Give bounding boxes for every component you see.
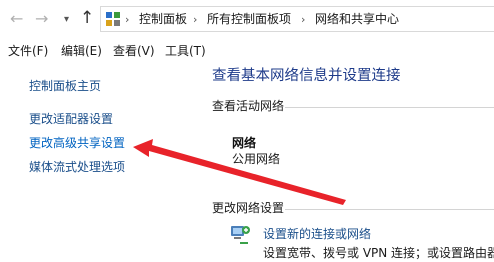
arrow-up-icon[interactable]: ↑ bbox=[80, 8, 94, 28]
breadcrumb-network-center[interactable]: 网络和共享中心 bbox=[315, 12, 399, 27]
address-bar: ← → ▾ ↑ › 控制面板 › 所有控制面板项 › 网络和共享中心 bbox=[0, 0, 494, 38]
link-control-panel-home[interactable]: 控制面板主页 bbox=[29, 79, 101, 94]
breadcrumb-control-panel[interactable]: 控制面板 bbox=[139, 12, 187, 27]
link-change-advanced-sharing[interactable]: 更改高级共享设置 bbox=[29, 136, 125, 151]
breadcrumb-separator: › bbox=[301, 13, 306, 26]
link-media-streaming-options[interactable]: 媒体流式处理选项 bbox=[29, 160, 125, 175]
chevron-down-icon[interactable]: ▾ bbox=[64, 10, 69, 30]
menu-tools[interactable]: 工具(T) bbox=[165, 44, 206, 59]
arrow-left-icon[interactable]: ← bbox=[10, 9, 23, 29]
network-type: 公用网络 bbox=[232, 152, 281, 166]
menu-file[interactable]: 文件(F) bbox=[8, 44, 48, 59]
network-name: 网络 bbox=[232, 136, 257, 150]
section-divider bbox=[285, 107, 494, 108]
menu-edit[interactable]: 编辑(E) bbox=[61, 44, 102, 59]
page-title: 查看基本网络信息并设置连接 bbox=[212, 68, 401, 84]
setup-new-connection-link[interactable]: 设置新的连接或网络 bbox=[263, 227, 371, 242]
setup-new-connection-desc: 设置宽带、拨号或 VPN 连接；或设置路由器 bbox=[263, 246, 494, 260]
menu-view[interactable]: 查看(V) bbox=[113, 44, 155, 59]
section-divider bbox=[285, 209, 494, 210]
address-field[interactable]: › 控制面板 › 所有控制面板项 › 网络和共享中心 bbox=[100, 6, 494, 32]
breadcrumb-separator: › bbox=[193, 13, 198, 26]
new-connection-icon[interactable] bbox=[228, 222, 252, 246]
breadcrumb-all-items[interactable]: 所有控制面板项 bbox=[207, 12, 291, 27]
arrow-right-icon[interactable]: → bbox=[35, 9, 48, 29]
breadcrumb-separator: › bbox=[125, 13, 130, 26]
change-settings-label: 更改网络设置 bbox=[212, 201, 285, 215]
control-panel-icon bbox=[106, 12, 120, 26]
active-networks-label: 查看活动网络 bbox=[212, 99, 285, 113]
menu-bar: 文件(F) 编辑(E) 查看(V) 工具(T) bbox=[0, 40, 494, 62]
link-change-adapter-settings[interactable]: 更改适配器设置 bbox=[29, 112, 113, 127]
